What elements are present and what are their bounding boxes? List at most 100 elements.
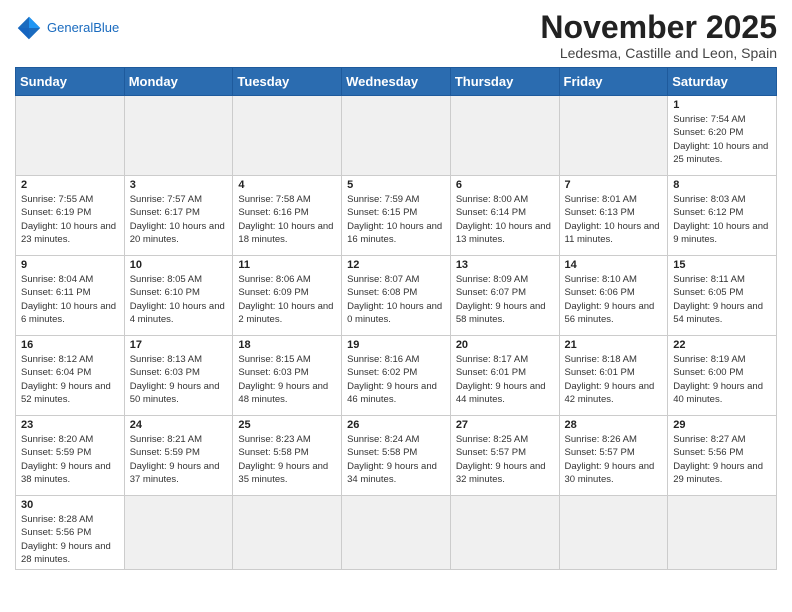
calendar: SundayMondayTuesdayWednesdayThursdayFrid… — [15, 67, 777, 570]
day-number: 20 — [456, 339, 554, 351]
day-cell: 6 Sunrise: 8:00 AMSunset: 6:14 PMDaylight… — [450, 176, 559, 256]
day-info: Sunrise: 8:10 AMSunset: 6:06 PMDaylight:… — [565, 273, 663, 326]
day-cell: 27 Sunrise: 8:25 AMSunset: 5:57 PMDayligh… — [450, 416, 559, 496]
day-info: Sunrise: 8:01 AMSunset: 6:13 PMDaylight:… — [565, 193, 663, 246]
day-info: Sunrise: 8:09 AMSunset: 6:07 PMDaylight:… — [456, 273, 554, 326]
day-number: 12 — [347, 259, 445, 271]
day-cell: 1Sunrise: 7:54 AMSunset: 6:20 PMDaylight… — [668, 96, 777, 176]
day-cell: 29Sunrise: 8:27 AMSunset: 5:56 PMDayligh… — [668, 416, 777, 496]
day-cell — [559, 496, 668, 570]
day-cell — [233, 96, 342, 176]
day-info: Sunrise: 8:16 AMSunset: 6:02 PMDaylight:… — [347, 353, 445, 406]
day-cell — [342, 496, 451, 570]
day-cell: 12 Sunrise: 8:07 AMSunset: 6:08 PMDayligh… — [342, 256, 451, 336]
logo-text: GeneralBlue — [47, 21, 119, 35]
title-section: November 2025 Ledesma, Castille and Leon… — [540, 10, 777, 61]
day-info: Sunrise: 8:25 AMSunset: 5:57 PMDaylight:… — [456, 433, 554, 486]
day-cell — [124, 96, 233, 176]
day-cell — [450, 96, 559, 176]
day-number: 21 — [565, 339, 663, 351]
day-cell: 14 Sunrise: 8:10 AMSunset: 6:06 PMDayligh… — [559, 256, 668, 336]
day-cell: 26Sunrise: 8:24 AMSunset: 5:58 PMDayligh… — [342, 416, 451, 496]
day-number: 30 — [21, 499, 119, 511]
day-number: 17 — [130, 339, 228, 351]
day-info: Sunrise: 8:18 AMSunset: 6:01 PMDaylight:… — [565, 353, 663, 406]
day-info: Sunrise: 8:28 AMSunset: 5:56 PMDaylight:… — [21, 513, 119, 566]
day-cell — [668, 496, 777, 570]
day-cell: 4 Sunrise: 7:58 AMSunset: 6:16 PMDaylight… — [233, 176, 342, 256]
day-info: Sunrise: 8:17 AMSunset: 6:01 PMDaylight:… — [456, 353, 554, 406]
day-info: Sunrise: 8:21 AMSunset: 5:59 PMDaylight:… — [130, 433, 228, 486]
day-cell: 13 Sunrise: 8:09 AMSunset: 6:07 PMDayligh… — [450, 256, 559, 336]
day-cell: 28Sunrise: 8:26 AMSunset: 5:57 PMDayligh… — [559, 416, 668, 496]
day-number: 13 — [456, 259, 554, 271]
day-number: 2 — [21, 179, 119, 191]
day-cell: 11 Sunrise: 8:06 AMSunset: 6:09 PMDayligh… — [233, 256, 342, 336]
day-cell: 5Sunrise: 7:59 AMSunset: 6:15 PMDaylight… — [342, 176, 451, 256]
day-info: Sunrise: 8:20 AMSunset: 5:59 PMDaylight:… — [21, 433, 119, 486]
weekday-header-sunday: Sunday — [16, 68, 125, 96]
day-cell — [450, 496, 559, 570]
day-cell: 22Sunrise: 8:19 AMSunset: 6:00 PMDayligh… — [668, 336, 777, 416]
day-cell: 25Sunrise: 8:23 AMSunset: 5:58 PMDayligh… — [233, 416, 342, 496]
weekday-header-row: SundayMondayTuesdayWednesdayThursdayFrid… — [16, 68, 777, 96]
day-cell: 21 Sunrise: 8:18 AMSunset: 6:01 PMDayligh… — [559, 336, 668, 416]
day-info: Sunrise: 8:04 AMSunset: 6:11 PMDaylight:… — [21, 273, 119, 326]
week-row-4: 16 Sunrise: 8:12 AMSunset: 6:04 PMDayligh… — [16, 336, 777, 416]
day-cell: 15Sunrise: 8:11 AMSunset: 6:05 PMDayligh… — [668, 256, 777, 336]
day-number: 27 — [456, 419, 554, 431]
day-cell: 20 Sunrise: 8:17 AMSunset: 6:01 PMDayligh… — [450, 336, 559, 416]
location: Ledesma, Castille and Leon, Spain — [540, 45, 777, 61]
weekday-header-friday: Friday — [559, 68, 668, 96]
day-info: Sunrise: 8:13 AMSunset: 6:03 PMDaylight:… — [130, 353, 228, 406]
day-number: 4 — [238, 179, 336, 191]
weekday-header-saturday: Saturday — [668, 68, 777, 96]
day-info: Sunrise: 7:58 AMSunset: 6:16 PMDaylight:… — [238, 193, 336, 246]
day-number: 29 — [673, 419, 771, 431]
day-cell — [559, 96, 668, 176]
day-number: 25 — [238, 419, 336, 431]
day-cell: 9Sunrise: 8:04 AMSunset: 6:11 PMDaylight… — [16, 256, 125, 336]
day-number: 24 — [130, 419, 228, 431]
day-number: 18 — [238, 339, 336, 351]
day-info: Sunrise: 7:54 AMSunset: 6:20 PMDaylight:… — [673, 113, 771, 166]
weekday-header-thursday: Thursday — [450, 68, 559, 96]
day-number: 16 — [21, 339, 119, 351]
week-row-3: 9Sunrise: 8:04 AMSunset: 6:11 PMDaylight… — [16, 256, 777, 336]
day-info: Sunrise: 7:59 AMSunset: 6:15 PMDaylight:… — [347, 193, 445, 246]
day-number: 15 — [673, 259, 771, 271]
logo: GeneralBlue — [15, 10, 119, 42]
day-info: Sunrise: 8:03 AMSunset: 6:12 PMDaylight:… — [673, 193, 771, 246]
week-row-2: 2 Sunrise: 7:55 AMSunset: 6:19 PMDaylight… — [16, 176, 777, 256]
logo-blue: Blue — [93, 20, 119, 35]
day-info: Sunrise: 8:12 AMSunset: 6:04 PMDaylight:… — [21, 353, 119, 406]
month-title: November 2025 — [540, 10, 777, 45]
day-number: 11 — [238, 259, 336, 271]
day-number: 26 — [347, 419, 445, 431]
weekday-header-monday: Monday — [124, 68, 233, 96]
day-cell: 24 Sunrise: 8:21 AMSunset: 5:59 PMDayligh… — [124, 416, 233, 496]
logo-general: General — [47, 20, 93, 35]
day-number: 28 — [565, 419, 663, 431]
day-info: Sunrise: 8:07 AMSunset: 6:08 PMDaylight:… — [347, 273, 445, 326]
day-number: 7 — [565, 179, 663, 191]
day-cell: 30 Sunrise: 8:28 AMSunset: 5:56 PMDayligh… — [16, 496, 125, 570]
day-cell: 19 Sunrise: 8:16 AMSunset: 6:02 PMDayligh… — [342, 336, 451, 416]
day-number: 19 — [347, 339, 445, 351]
day-info: Sunrise: 8:00 AMSunset: 6:14 PMDaylight:… — [456, 193, 554, 246]
day-info: Sunrise: 8:15 AMSunset: 6:03 PMDaylight:… — [238, 353, 336, 406]
day-number: 6 — [456, 179, 554, 191]
page: GeneralBlue November 2025 Ledesma, Casti… — [0, 0, 792, 580]
day-info: Sunrise: 8:06 AMSunset: 6:09 PMDaylight:… — [238, 273, 336, 326]
day-cell: 10Sunrise: 8:05 AMSunset: 6:10 PMDayligh… — [124, 256, 233, 336]
day-number: 14 — [565, 259, 663, 271]
day-number: 23 — [21, 419, 119, 431]
day-cell: 23 Sunrise: 8:20 AMSunset: 5:59 PMDayligh… — [16, 416, 125, 496]
day-info: Sunrise: 7:55 AMSunset: 6:19 PMDaylight:… — [21, 193, 119, 246]
weekday-header-tuesday: Tuesday — [233, 68, 342, 96]
day-number: 22 — [673, 339, 771, 351]
day-cell: 18 Sunrise: 8:15 AMSunset: 6:03 PMDayligh… — [233, 336, 342, 416]
day-cell — [16, 96, 125, 176]
day-number: 8 — [673, 179, 771, 191]
logo-icon — [15, 14, 43, 42]
